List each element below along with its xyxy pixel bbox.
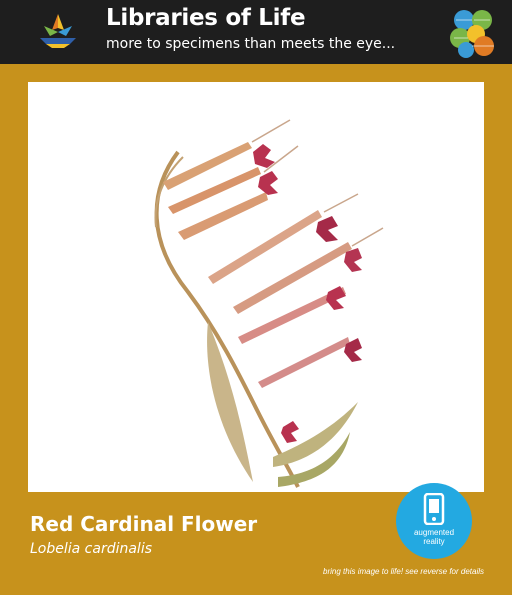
top-banner: Libraries of Life more to specimens than…	[0, 0, 512, 64]
app-title: Libraries of Life	[106, 5, 306, 31]
scientific-name: Lobelia cardinalis	[30, 541, 153, 557]
pressed-flower-specimen-image	[154, 119, 384, 488]
tagline: more to specimens than meets the eye...	[106, 36, 396, 52]
libraries-of-life-logo-icon	[40, 14, 76, 48]
specimen-image-card	[28, 82, 484, 492]
ar-label: augmented reality	[413, 528, 455, 546]
common-name: Red Cardinal Flower	[30, 512, 258, 536]
phone-icon	[423, 493, 445, 525]
leaf-cluster-icon	[450, 10, 494, 58]
footer-note: bring this image to life! see reverse fo…	[323, 567, 484, 576]
augmented-reality-badge[interactable]: augmented reality	[396, 483, 472, 559]
